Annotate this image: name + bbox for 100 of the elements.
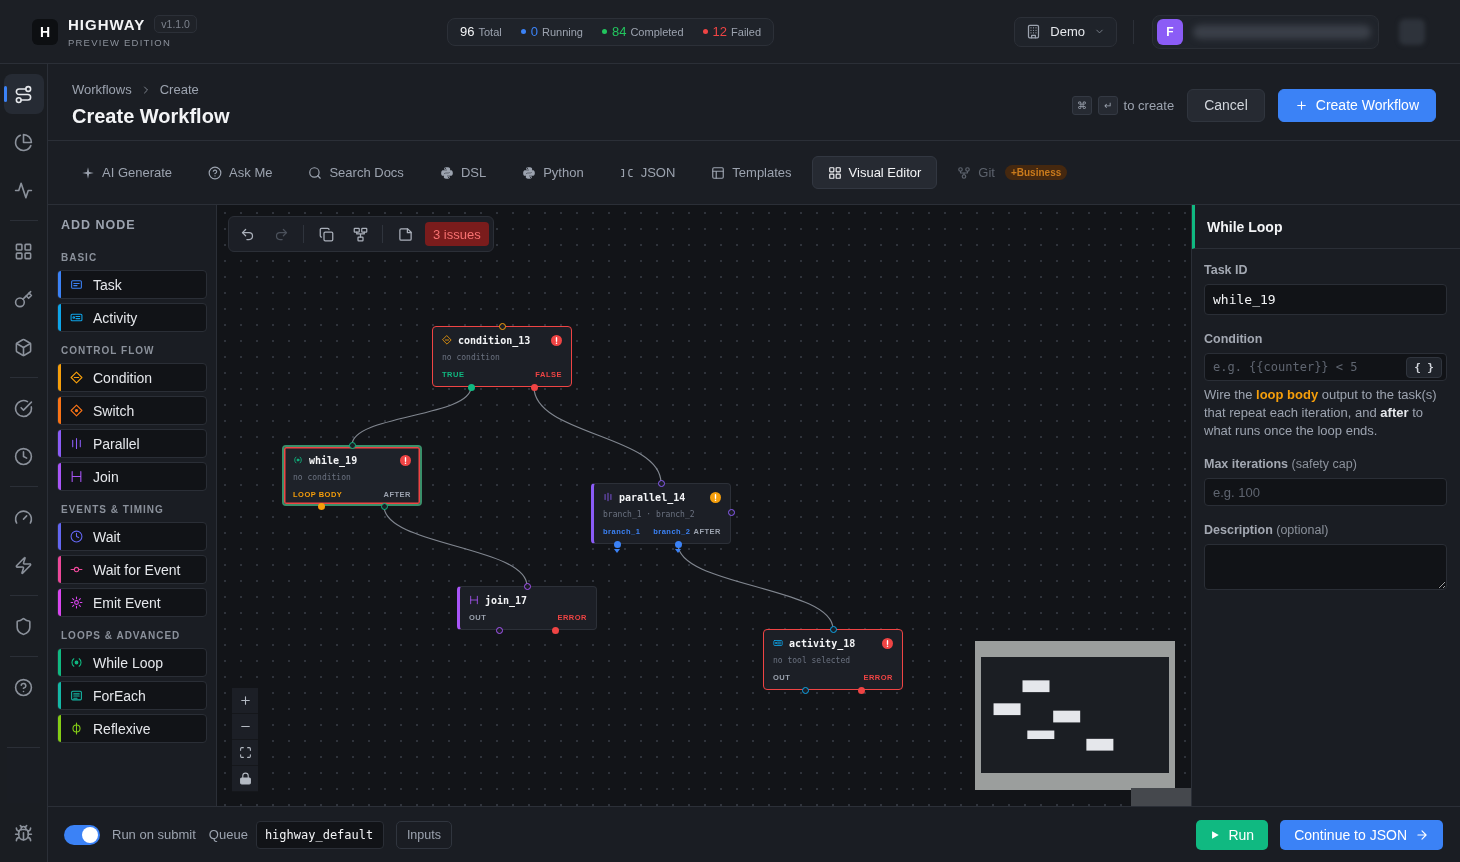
connection-handle[interactable] — [317, 502, 325, 510]
node-title: join_17 — [485, 594, 528, 606]
connection-handle[interactable] — [857, 686, 865, 694]
clock-icon — [70, 530, 83, 543]
python-icon — [522, 165, 537, 180]
diamond-icon — [442, 335, 452, 345]
shortcut-hint: to create — [1123, 97, 1175, 113]
loop-icon — [293, 455, 303, 465]
nav-button[interactable] — [3, 74, 44, 114]
connection-handle[interactable] — [829, 625, 837, 633]
queue-field[interactable]: highway_default — [255, 820, 384, 849]
building-icon — [1026, 24, 1042, 39]
id-card-icon — [773, 638, 783, 648]
connection-handle[interactable] — [727, 508, 735, 516]
node-detail: branch_1 · branch_2 — [603, 509, 696, 520]
node-palette-item[interactable]: Emit Event — [57, 588, 207, 617]
note-icon — [397, 226, 413, 242]
node-palette-item[interactable]: Join — [57, 462, 207, 491]
help-icon — [14, 677, 33, 697]
text-field[interactable]: e.g. 100 — [1204, 478, 1447, 506]
workspace-dropdown[interactable]: Demo — [1014, 16, 1117, 47]
node-palette-item[interactable]: Task — [57, 270, 207, 299]
user-avatar: F — [1157, 18, 1183, 45]
editor-tab[interactable]: Ask Me — [192, 156, 289, 189]
continue-button[interactable]: Continue to JSON — [1280, 819, 1443, 850]
gauge-icon — [14, 507, 33, 527]
clock-icon — [14, 446, 33, 466]
node-title: activity_18 — [789, 637, 856, 649]
node-palette-item[interactable]: While Loop — [57, 648, 207, 677]
arrow-right-icon — [1415, 827, 1429, 842]
help-icon — [208, 165, 223, 180]
cancel-button[interactable]: Cancel — [1187, 88, 1265, 122]
attribution-tag — [1131, 788, 1191, 806]
lock-icon — [238, 772, 252, 785]
cube-icon — [14, 337, 33, 357]
toggle-label: Run on submit — [112, 827, 196, 842]
variable-button[interactable]: { } — [1406, 357, 1442, 378]
editor-tab[interactable]: JSON — [603, 156, 692, 189]
h-shape-icon — [469, 595, 479, 605]
inputs-button[interactable]: Inputs — [395, 820, 452, 849]
text-field[interactable]: while_19 — [1204, 284, 1447, 315]
queue-label: Queue — [208, 827, 248, 842]
issues-button[interactable]: 3 issues — [425, 222, 489, 246]
editor-tab[interactable]: Python — [506, 156, 600, 189]
connection-handle[interactable] — [801, 686, 809, 694]
connection-handle[interactable] — [551, 626, 559, 634]
list-icon — [70, 689, 83, 702]
bars-icon — [603, 492, 613, 502]
edition-label: PREVIEW EDITION — [68, 37, 172, 49]
node-palette-item[interactable]: Wait — [57, 522, 207, 551]
copy-icon — [318, 226, 334, 242]
id-card-icon — [70, 311, 83, 324]
connection-handle[interactable] — [657, 479, 665, 487]
grid-icon — [827, 165, 842, 180]
zoom-in-button[interactable] — [232, 688, 258, 714]
connection-handle[interactable] — [467, 383, 475, 391]
sun-icon — [70, 596, 83, 609]
editor-tab[interactable]: DSL — [423, 156, 503, 189]
editor-tab[interactable]: Visual Editor — [811, 156, 938, 189]
section-label: EVENTS & TIMING — [61, 503, 165, 517]
pulse-icon — [14, 180, 33, 200]
connection-handle[interactable] — [495, 626, 503, 634]
panel-title: While Loop — [1192, 205, 1460, 249]
user-menu[interactable]: F — [1152, 14, 1379, 49]
toggle-switch[interactable] — [64, 824, 100, 845]
editor-tab[interactable]: Search Docs — [292, 156, 420, 189]
editor-tab[interactable]: Templates — [695, 156, 808, 189]
breadcrumb-item[interactable]: Workflows — [72, 81, 132, 99]
node-palette-item[interactable]: Activity — [57, 303, 207, 332]
section-label: CONTROL FLOW — [61, 344, 156, 358]
brand-name: HIGHWAY — [68, 15, 146, 33]
field-label: Description (optional) — [1204, 522, 1330, 538]
connection-handle[interactable] — [348, 441, 356, 449]
node-detail: no tool selected — [773, 655, 852, 666]
node-title: while_19 — [309, 454, 358, 466]
node-palette-item[interactable]: Condition — [57, 363, 207, 392]
node-palette-item[interactable]: Switch — [57, 396, 207, 425]
stat-value: 12 — [712, 24, 728, 39]
node-detail: no condition — [442, 352, 501, 363]
connection-handle[interactable] — [498, 322, 506, 330]
create-workflow-button[interactable]: Create Workflow — [1277, 88, 1436, 122]
python-icon — [439, 165, 454, 180]
stat-value: 0 — [530, 24, 538, 39]
circle-bar-icon — [70, 722, 83, 735]
connection-handle[interactable] — [530, 383, 538, 391]
node-palette-item[interactable]: Reflexive — [57, 714, 207, 743]
node-palette-item[interactable]: Parallel — [57, 429, 207, 458]
h-shape-icon — [70, 470, 83, 483]
redo-icon — [273, 226, 289, 242]
key-hint: ⌘ — [1071, 95, 1092, 115]
node-title: parallel_14 — [619, 491, 686, 503]
fit-view-icon — [238, 746, 252, 759]
node-palette-item[interactable]: Wait for Event — [57, 555, 207, 584]
connection-handle[interactable] — [523, 582, 531, 590]
connection-handle[interactable] — [380, 502, 388, 510]
search-icon — [308, 165, 323, 180]
check-circle-icon — [14, 398, 33, 418]
node-title: condition_13 — [458, 334, 531, 346]
editor-tab[interactable]: AI Generate — [65, 156, 189, 189]
node-palette-item[interactable]: ForEach — [57, 681, 207, 710]
